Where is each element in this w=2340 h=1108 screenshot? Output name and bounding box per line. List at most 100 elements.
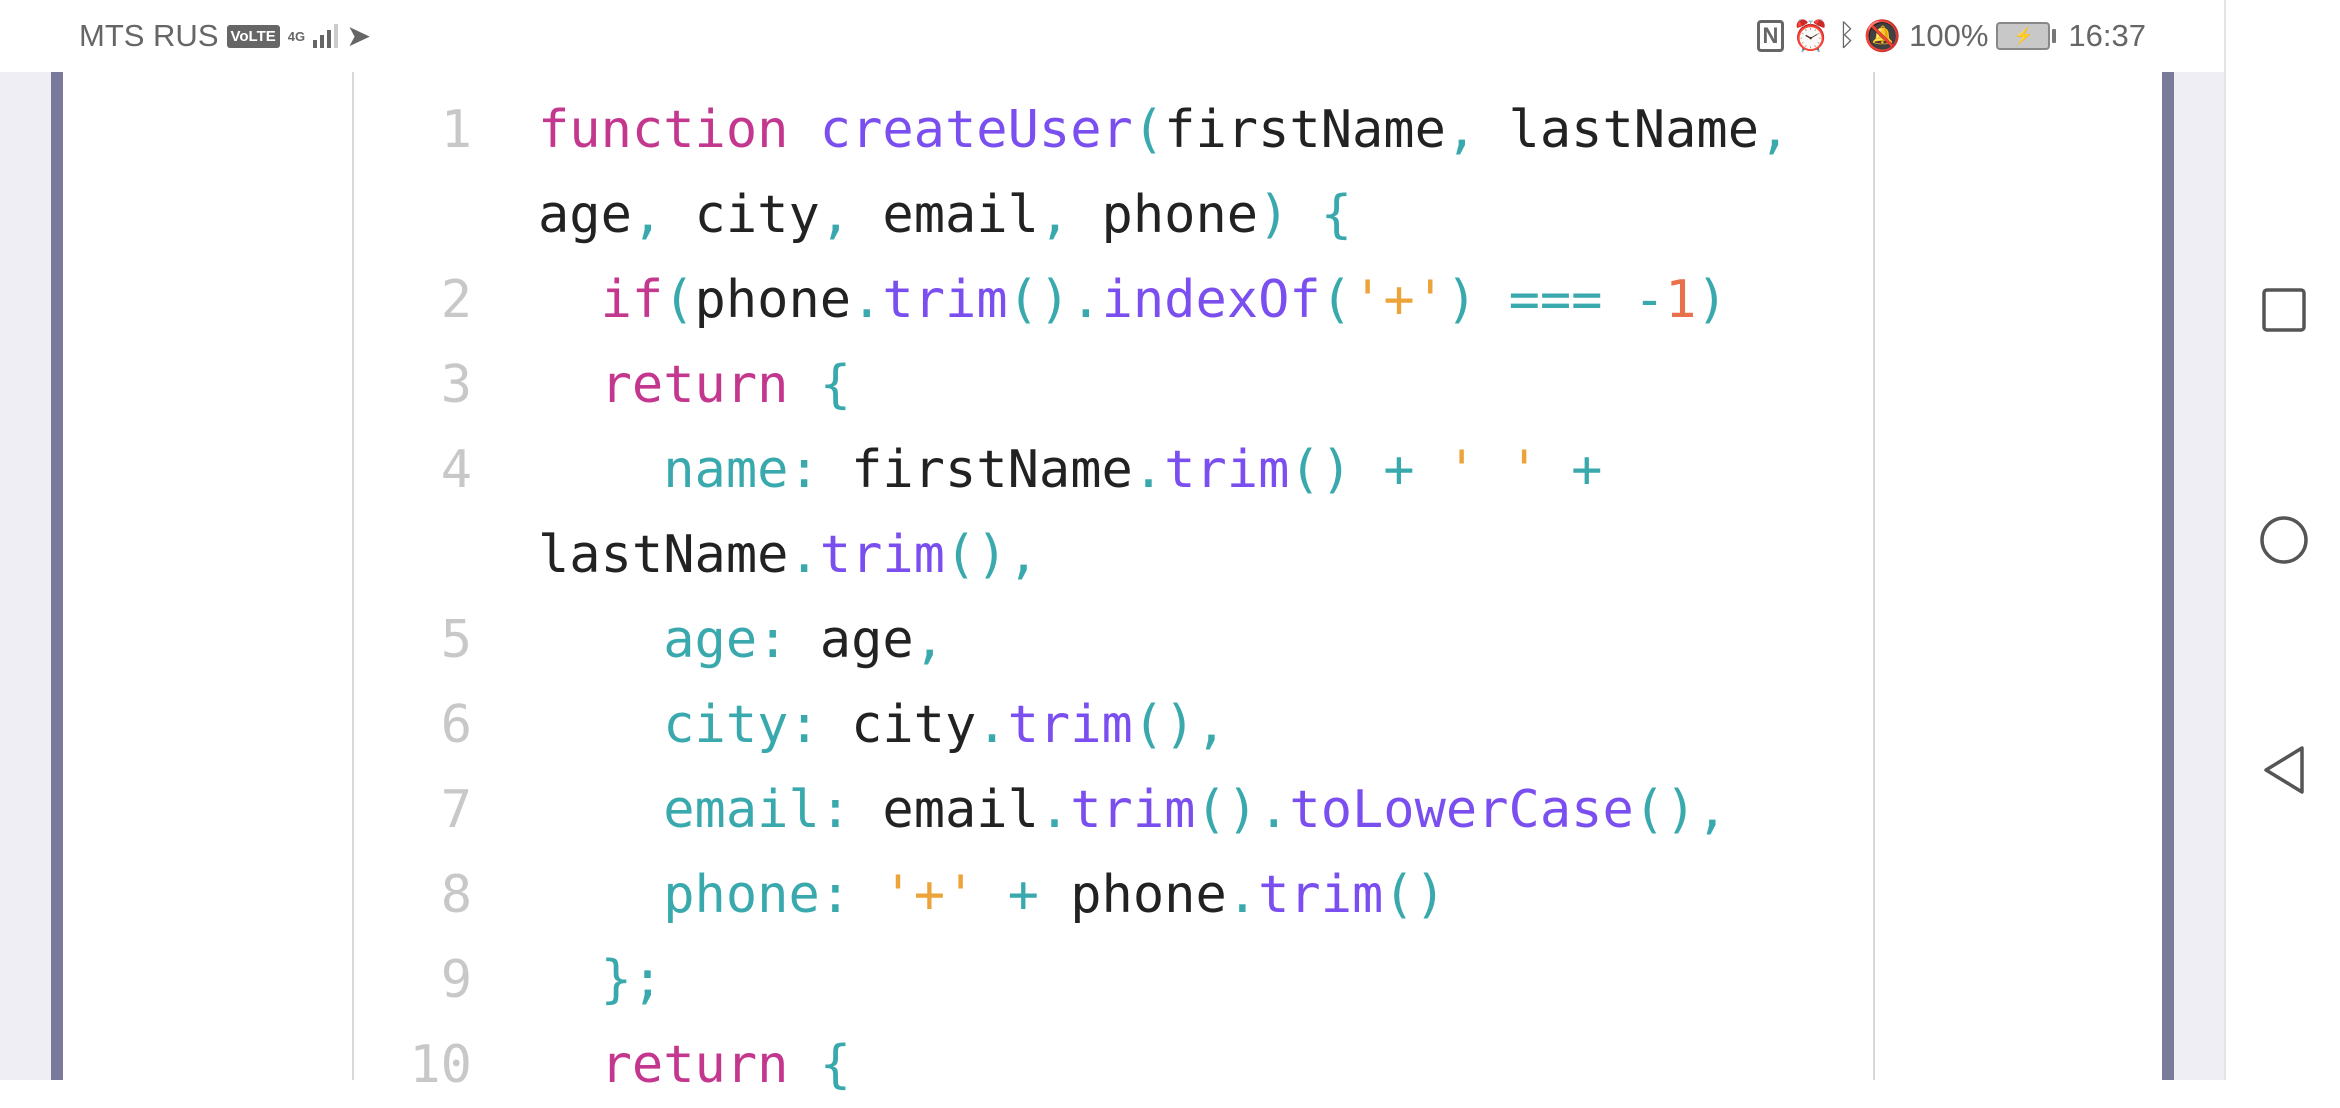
code-token: (). — [1007, 270, 1102, 330]
code-token: age — [788, 610, 914, 670]
code-token: . — [1132, 440, 1165, 500]
code-token: age: — [538, 610, 789, 670]
code-text: if(phone.trim().indexOf('+') === -1) — [538, 258, 1728, 343]
battery-percent: 100% — [1909, 18, 1989, 53]
code-token: (), — [1132, 695, 1227, 755]
code-text: city: city.trim(), — [538, 683, 1227, 768]
code-token: ( — [1320, 270, 1353, 330]
line-number: 4 — [440, 440, 472, 500]
carrier-name: MTS RUS — [79, 18, 219, 53]
code-text: return { — [538, 343, 851, 428]
code-block: 1 function createUser(firstName, lastName… — [352, 72, 1875, 1095]
code-token: return — [538, 355, 789, 415]
code-token: lastName — [1477, 100, 1759, 160]
code-token: lastName — [538, 525, 789, 585]
bluetooth-icon: ᛒ — [1837, 19, 1856, 52]
line-number: 1 — [440, 100, 472, 160]
code-token: ( — [663, 270, 695, 330]
home-button[interactable] — [2226, 490, 2340, 590]
code-token: name: — [538, 440, 820, 500]
code-text: }; — [538, 938, 664, 1023]
code-token: . — [1038, 780, 1071, 840]
code-token: + — [976, 865, 1071, 925]
code-text: lastName.trim(), — [538, 513, 1039, 598]
code-token: ( — [1132, 100, 1165, 160]
code-token: trim — [1007, 695, 1133, 755]
code-token: () + — [1289, 440, 1446, 500]
code-token: city — [663, 185, 820, 245]
triangle-back-icon — [2264, 746, 2304, 794]
code-token: firstName — [1164, 100, 1446, 160]
code-token: trim — [1258, 865, 1384, 925]
code-token: { — [788, 355, 852, 415]
code-token: '+' — [1352, 270, 1446, 330]
code-token: phone: — [538, 865, 852, 925]
code-token: ' ' — [1445, 440, 1540, 500]
mute-icon: 🔕 — [1863, 19, 1902, 53]
code-token: ) — [1258, 185, 1290, 245]
code-token: email: — [538, 780, 852, 840]
telegram-icon: ➤ — [346, 19, 372, 53]
code-token: trim — [1070, 780, 1196, 840]
code-token: . — [976, 695, 1008, 755]
page-margin-left — [0, 72, 51, 1080]
code-token: trim — [882, 270, 1008, 330]
code-text: age: age, — [538, 598, 945, 683]
code-token: if — [538, 270, 664, 330]
accent-bar-right — [2162, 72, 2174, 1080]
page-margin-right — [2174, 72, 2224, 1080]
alarm-icon: ⏰ — [1792, 19, 1830, 53]
line-number: 7 — [440, 780, 472, 840]
code-token: , — [819, 185, 852, 245]
code-token: , — [1038, 185, 1071, 245]
code-token: email — [851, 185, 1039, 245]
code-token: phone — [694, 270, 852, 330]
square-icon — [2262, 288, 2306, 332]
status-bar: MTS RUS VoLTE 4G ➤ N ⏰ ᛒ 🔕 100% ⚡ 16:37 — [0, 0, 2224, 72]
code-token: email — [851, 780, 1039, 840]
code-token: , — [631, 185, 664, 245]
code-token: 1 — [1665, 270, 1697, 330]
code-text: function createUser(firstName, lastName, — [538, 88, 1790, 173]
code-token: , — [1759, 100, 1791, 160]
navigation-bar — [2224, 0, 2340, 1080]
code-token: (). — [1195, 780, 1290, 840]
code-token: city: — [538, 695, 820, 755]
code-token: firstName — [819, 440, 1133, 500]
nfc-icon: N — [1756, 20, 1785, 52]
code-token: () — [1383, 865, 1446, 925]
code-token: , — [1445, 100, 1478, 160]
code-token: { — [788, 1035, 852, 1095]
code-text: age, city, email, phone) { — [538, 173, 1352, 258]
code-token: return — [538, 1035, 789, 1095]
code-token: + — [1539, 440, 1603, 500]
signal-icon — [313, 24, 339, 48]
code-token: . — [851, 270, 883, 330]
code-token: (), — [1633, 780, 1728, 840]
code-text: email: email.trim().toLowerCase(), — [538, 768, 1728, 853]
code-token: indexOf — [1101, 270, 1321, 330]
line-number: 2 — [440, 270, 472, 330]
code-token: phone — [1070, 185, 1259, 245]
code-token: . — [1226, 865, 1259, 925]
code-token: trim — [1164, 440, 1290, 500]
code-text: phone: '+' + phone.trim() — [538, 853, 1446, 938]
code-token: ) === - — [1445, 270, 1666, 330]
code-token: ) — [1696, 270, 1728, 330]
code-token: city — [819, 695, 977, 755]
back-button[interactable] — [2226, 720, 2340, 820]
code-token: toLowerCase — [1289, 780, 1634, 840]
code-token: createUser — [819, 100, 1133, 160]
network-type: 4G — [287, 28, 306, 44]
code-text: return { — [538, 1023, 851, 1108]
code-token: '+' — [882, 865, 977, 925]
line-number: 8 — [440, 865, 472, 925]
volte-icon: VoLTE — [226, 24, 280, 48]
recents-button[interactable] — [2226, 260, 2340, 360]
code-token: { — [1289, 185, 1353, 245]
battery-charging-icon: ⚡ — [1996, 22, 2057, 50]
accent-bar-left — [51, 72, 63, 1080]
line-number: 5 — [440, 610, 472, 670]
code-token: function — [538, 100, 789, 160]
